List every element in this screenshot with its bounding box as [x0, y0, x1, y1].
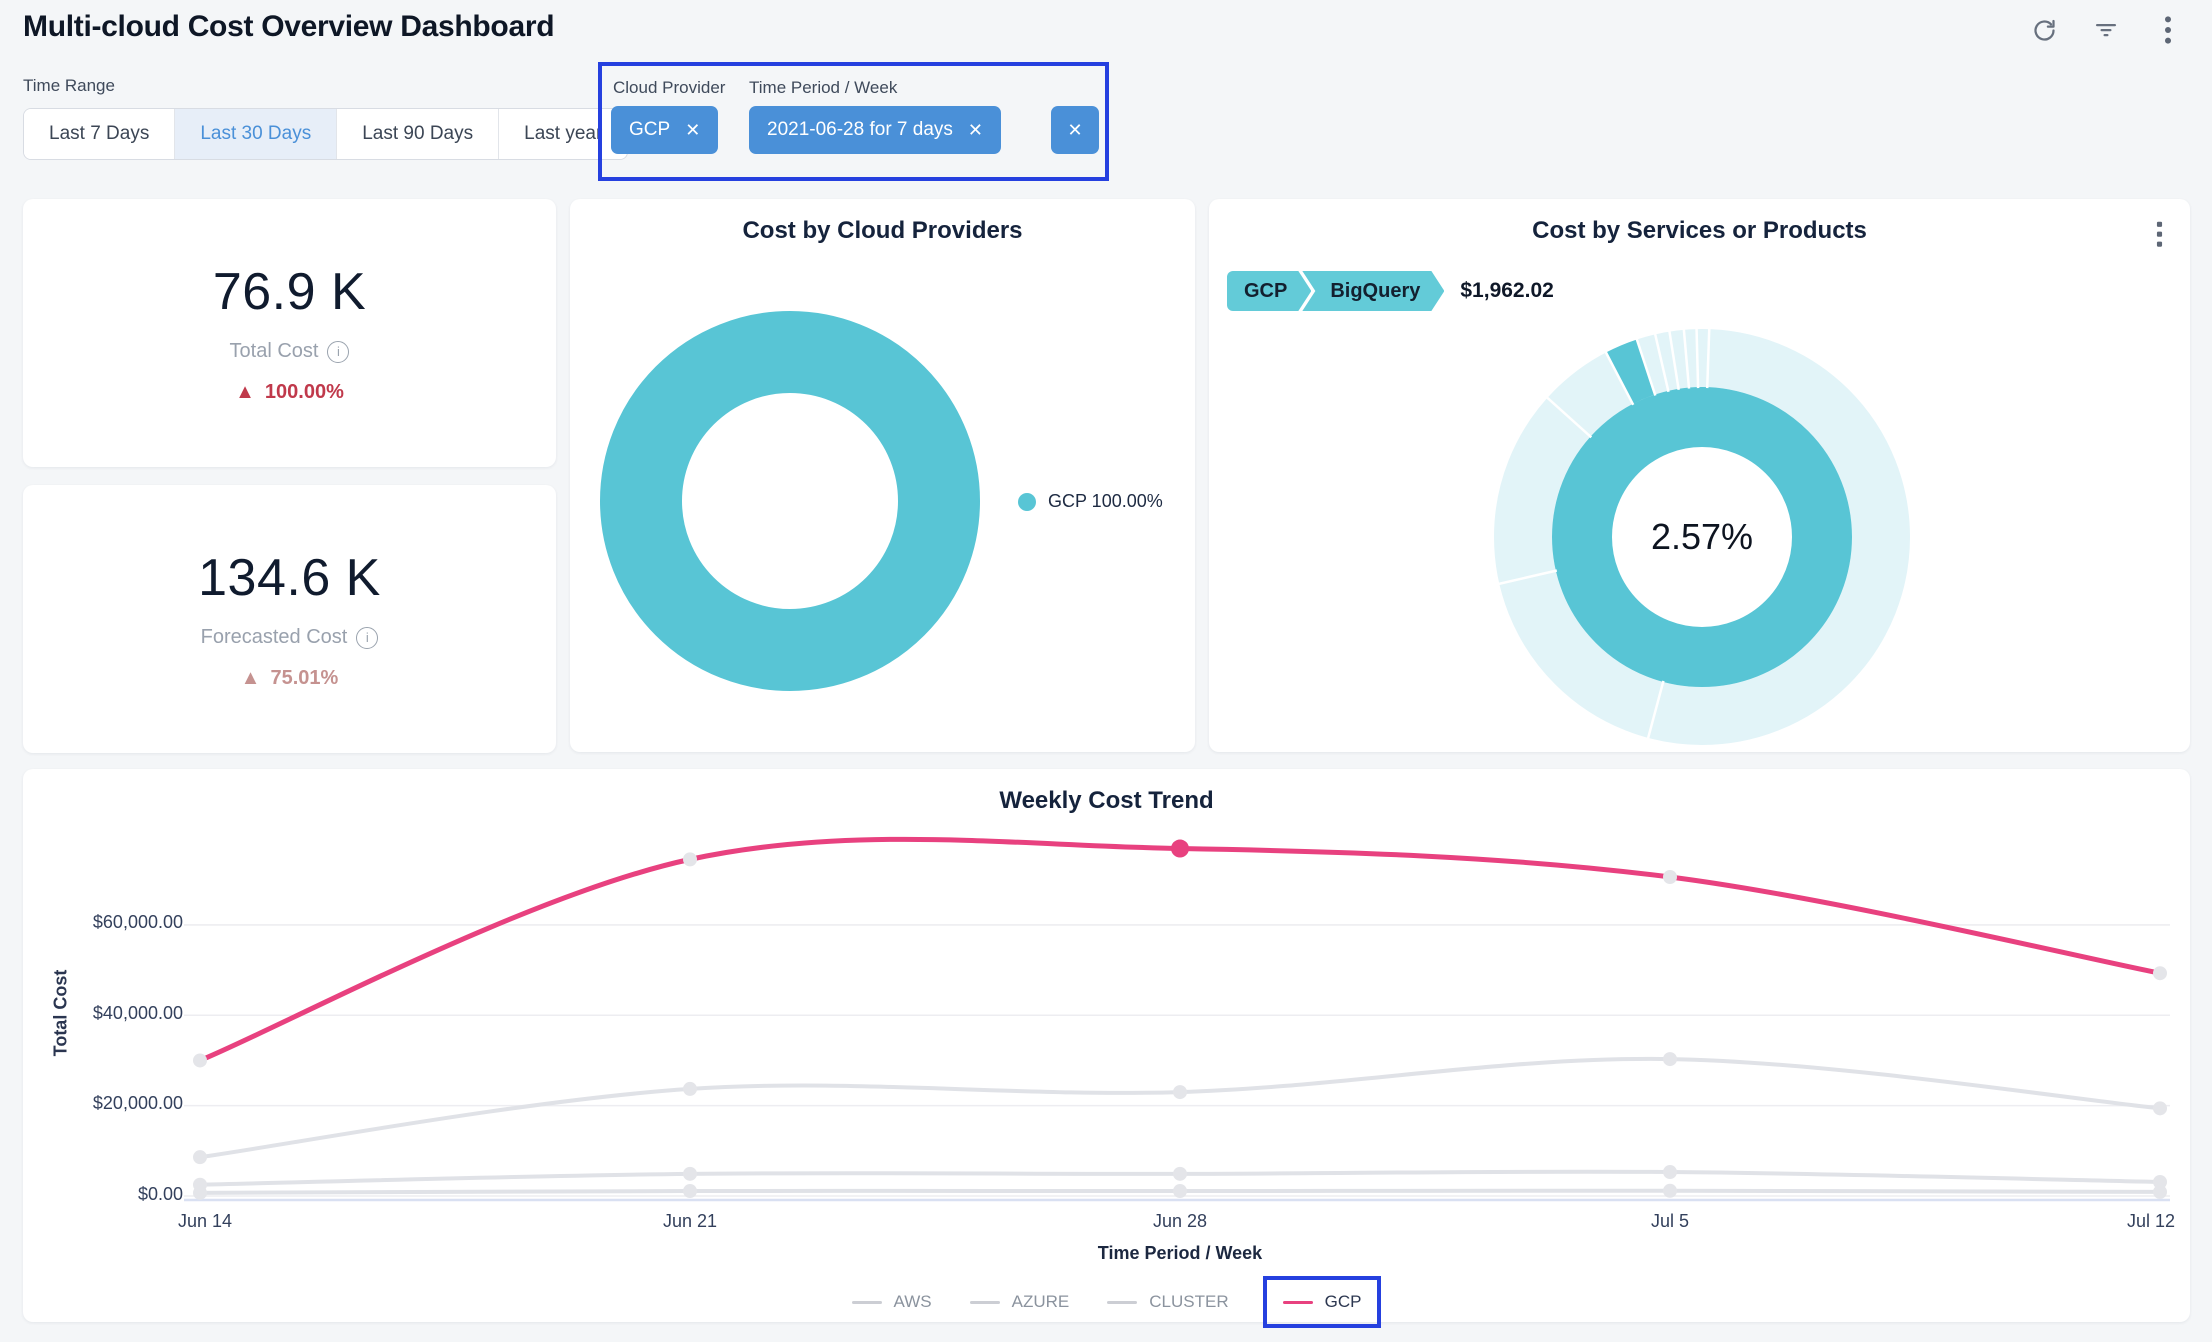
sunburst-center-label: 2.57%: [1651, 516, 1753, 558]
kebab-menu-icon[interactable]: [2146, 219, 2172, 249]
trend-legend: AWS AZURE CLUSTER GCP: [23, 1292, 2190, 1312]
legend-label: GCP: [1325, 1292, 1362, 1312]
legend-dash-icon: [1107, 1301, 1137, 1304]
total-cost-card: 76.9 K Total Cost i ▲ 100.00%: [23, 199, 556, 467]
delta-up-icon: ▲: [235, 381, 255, 404]
forecasted-cost-delta: 75.01%: [270, 667, 338, 690]
delta-up-icon: ▲: [241, 667, 261, 690]
time-range-last-7-days[interactable]: Last 7 Days: [24, 109, 175, 159]
time-range-last-90-days[interactable]: Last 90 Days: [337, 109, 499, 159]
annotation-box-filters: Cloud Provider Time Period / Week GCP ✕ …: [598, 62, 1109, 181]
x-tick-jul-5: Jul 5: [1651, 1211, 1689, 1232]
page-title: Multi-cloud Cost Overview Dashboard: [23, 10, 554, 44]
breadcrumb-item-bigquery[interactable]: BigQuery: [1302, 271, 1444, 311]
provider-chip-label: GCP: [629, 119, 670, 141]
legend-item-gcp[interactable]: GCP: [1263, 1276, 1382, 1328]
forecasted-cost-label: Forecasted Cost: [201, 626, 348, 649]
x-tick-jun-28: Jun 28: [1153, 1211, 1207, 1232]
y-tick-20000: $20,000.00: [31, 1093, 183, 1114]
legend-dash-icon: [852, 1301, 882, 1304]
total-cost-value: 76.9 K: [213, 262, 366, 322]
providers-legend-item-gcp[interactable]: GCP 100.00%: [1018, 491, 1163, 512]
info-icon[interactable]: i: [356, 627, 378, 649]
breadcrumb-cost-value: $1,962.02: [1460, 279, 1553, 303]
legend-label: AZURE: [1012, 1292, 1070, 1312]
time-period-filter-chip[interactable]: 2021-06-28 for 7 days ✕: [749, 106, 1001, 154]
time-range-segmented-control: Last 7 Days Last 30 Days Last 90 Days La…: [23, 108, 628, 160]
services-chart-title: Cost by Services or Products: [1209, 217, 2190, 245]
y-tick-40000: $40,000.00: [31, 1003, 183, 1024]
forecasted-cost-value: 134.6 K: [198, 548, 381, 608]
total-cost-label: Total Cost: [230, 340, 319, 363]
providers-chart-title: Cost by Cloud Providers: [570, 217, 1195, 245]
trend-line-chart[interactable]: [23, 769, 2190, 1322]
header-toolbar: [2030, 16, 2182, 44]
providers-legend-label: GCP 100.00%: [1048, 491, 1163, 512]
x-tick-jun-21: Jun 21: [663, 1211, 717, 1232]
dashboard-page: Multi-cloud Cost Overview Dashboard Time…: [0, 0, 2212, 1342]
legend-dash-icon: [970, 1301, 1000, 1304]
forecasted-cost-card: 134.6 K Forecasted Cost i ▲ 75.01%: [23, 485, 556, 753]
total-cost-delta: 100.00%: [265, 381, 344, 404]
breadcrumb-item-gcp[interactable]: GCP: [1227, 271, 1311, 311]
cost-by-cloud-providers-card: Cost by Cloud Providers GCP 100.00%: [570, 199, 1195, 752]
clear-filters-button[interactable]: ✕: [1051, 106, 1099, 154]
y-tick-0: $0.00: [31, 1184, 183, 1205]
weekly-cost-trend-card: Weekly Cost Trend Total Cost $60,000.00 …: [23, 769, 2190, 1322]
cost-by-services-card: Cost by Services or Products GCP BigQuer…: [1209, 199, 2190, 752]
filter-icon[interactable]: [2092, 16, 2120, 44]
x-tick-jul-12: Jul 12: [2127, 1211, 2175, 1232]
provider-filter-chip[interactable]: GCP ✕: [611, 106, 718, 154]
cloud-provider-label: Cloud Provider: [613, 78, 725, 98]
close-icon[interactable]: ✕: [968, 121, 983, 139]
time-range-label: Time Range: [23, 76, 115, 96]
legend-dot-icon: [1018, 493, 1036, 511]
services-breadcrumb: GCP BigQuery $1,962.02: [1227, 271, 1554, 311]
x-axis-title: Time Period / Week: [1098, 1243, 1262, 1264]
legend-label: AWS: [894, 1292, 932, 1312]
legend-label: CLUSTER: [1149, 1292, 1228, 1312]
x-tick-jun-14: Jun 14: [178, 1211, 232, 1232]
y-tick-60000: $60,000.00: [31, 912, 183, 933]
close-icon[interactable]: ✕: [685, 121, 700, 139]
info-icon[interactable]: i: [327, 341, 349, 363]
close-icon: ✕: [1067, 121, 1082, 139]
legend-item-cluster[interactable]: CLUSTER: [1107, 1292, 1228, 1312]
time-period-label: Time Period / Week: [749, 78, 897, 98]
legend-dash-icon: [1283, 1301, 1313, 1304]
time-period-chip-label: 2021-06-28 for 7 days: [767, 119, 953, 141]
time-range-last-30-days[interactable]: Last 30 Days: [175, 109, 337, 159]
legend-item-aws[interactable]: AWS: [852, 1292, 932, 1312]
legend-item-azure[interactable]: AZURE: [970, 1292, 1070, 1312]
refresh-icon[interactable]: [2030, 16, 2058, 44]
providers-donut-chart[interactable]: [590, 301, 990, 701]
kebab-menu-icon[interactable]: [2154, 16, 2182, 44]
